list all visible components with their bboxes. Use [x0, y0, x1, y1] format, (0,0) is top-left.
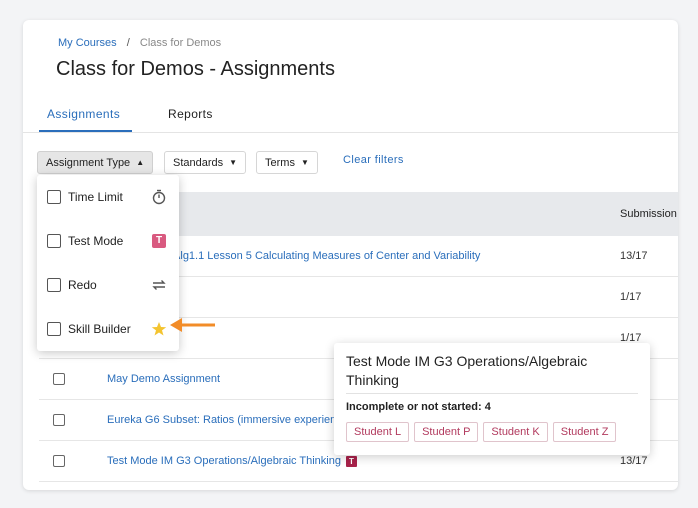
assignment-type-filter[interactable]: Assignment Type ▲ — [37, 151, 154, 174]
assignment-link[interactable]: Test Mode IM G3 Operations/Algebraic Thi… — [107, 455, 357, 467]
student-chip-list: Student L Student P Student K Student Z — [346, 422, 617, 442]
caret-down-icon: ▼ — [300, 158, 309, 167]
standards-filter[interactable]: Standards ▼ — [164, 151, 247, 174]
popover-divider — [346, 393, 638, 394]
popover-title: Test Mode IM G3 Operations/Algebraic Thi… — [346, 353, 588, 388]
assignment-name: Test Mode IM G3 Operations/Algebraic Thi… — [107, 455, 341, 467]
breadcrumb-current: Class for Demos — [139, 37, 222, 49]
breadcrumb-separator: / — [126, 37, 130, 49]
terms-filter[interactable]: Terms ▼ — [256, 151, 318, 174]
skill-builder-checkbox[interactable] — [47, 322, 61, 336]
test-mode-label: Test Mode — [68, 234, 124, 248]
tab-assignments[interactable]: Assignments — [47, 107, 120, 121]
terms-label: Terms — [265, 156, 295, 169]
active-tab-indicator — [39, 130, 132, 132]
assignment-type-dropdown: Time Limit Test Mode T Redo Skill Builde… — [37, 175, 179, 351]
dropdown-item-skill-builder[interactable]: Skill Builder — [37, 307, 179, 351]
row-checkbox[interactable] — [53, 455, 65, 467]
standards-label: Standards — [173, 156, 224, 169]
student-chip[interactable]: Student L — [346, 422, 410, 442]
assignment-name: Eureka G6 Subset: Ratios (immersive expe… — [107, 414, 342, 426]
dropdown-item-time-limit[interactable]: Time Limit — [37, 175, 179, 219]
arrow-pointer-icon — [170, 317, 216, 338]
star-icon — [151, 321, 167, 337]
submission-count: 13/17 — [620, 455, 648, 467]
breadcrumb: My Courses / Class for Demos — [58, 37, 221, 49]
stopwatch-icon — [151, 189, 167, 205]
popover-status: Incomplete or not started: 4 — [346, 401, 491, 413]
test-mode-checkbox[interactable] — [47, 234, 61, 248]
student-chip[interactable]: Student K — [483, 422, 548, 442]
redo-checkbox[interactable] — [47, 278, 61, 292]
time-limit-label: Time Limit — [68, 190, 123, 204]
caret-up-icon: ▲ — [136, 158, 145, 167]
column-header-submissions[interactable]: Submission — [620, 208, 677, 220]
page-title: Class for Demos - Assignments — [56, 58, 335, 80]
student-chip[interactable]: Student P — [414, 422, 479, 442]
assignment-link[interactable]: May Demo Assignment — [107, 373, 220, 385]
submission-status-popover: Test Mode IM G3 Operations/Algebraic Thi… — [334, 343, 650, 455]
time-limit-checkbox[interactable] — [47, 190, 61, 204]
tab-bar: Assignments Reports — [23, 105, 678, 133]
skill-builder-label: Skill Builder — [68, 322, 131, 336]
submission-count: 13/17 — [620, 250, 648, 262]
test-mode-badge-icon: T — [151, 233, 167, 249]
assignment-type-label: Assignment Type — [46, 156, 131, 169]
repeat-icon — [151, 277, 167, 293]
row-checkbox[interactable] — [53, 373, 65, 385]
dropdown-item-test-mode[interactable]: Test Mode T — [37, 219, 179, 263]
test-mode-badge-icon: T — [345, 455, 357, 467]
breadcrumb-my-courses[interactable]: My Courses — [58, 37, 117, 49]
assignment-link[interactable]: Eureka G6 Subset: Ratios (immersive expe… — [107, 414, 342, 426]
row-checkbox[interactable] — [53, 414, 65, 426]
student-chip[interactable]: Student Z — [552, 422, 617, 442]
submission-count: 1/17 — [620, 291, 642, 303]
dropdown-item-redo[interactable]: Redo — [37, 263, 179, 307]
redo-label: Redo — [68, 278, 97, 292]
caret-down-icon: ▼ — [229, 158, 238, 167]
test-mode-badge-letter: T — [152, 234, 166, 248]
tab-reports[interactable]: Reports — [168, 107, 213, 121]
assignment-name: May Demo Assignment — [107, 373, 221, 385]
clear-filters-link[interactable]: Clear filters — [343, 154, 404, 166]
